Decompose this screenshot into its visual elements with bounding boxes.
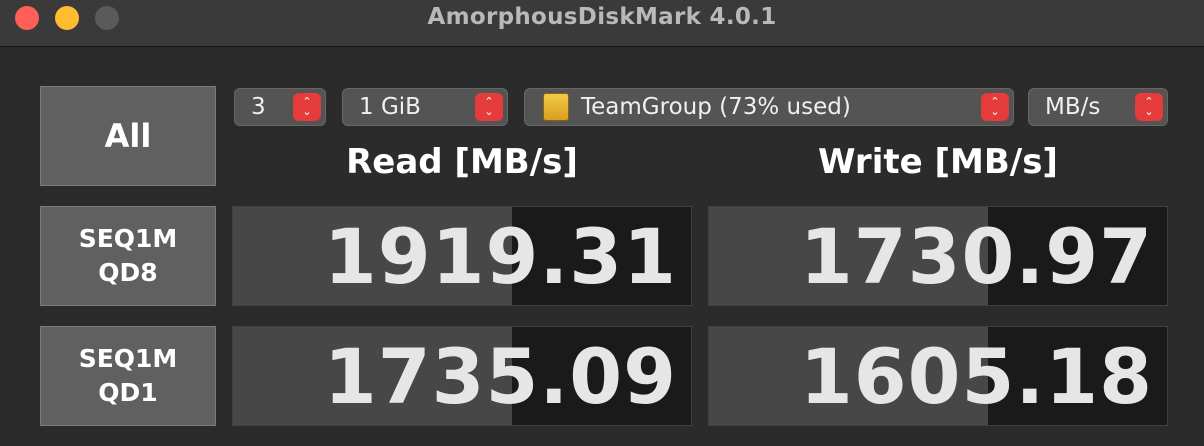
unit-select[interactable]: MB/s ⌃ ⌄ (1028, 88, 1168, 126)
result-value: 1919.31 (323, 212, 677, 301)
updown-arrows-icon: ⌃ ⌄ (1135, 93, 1163, 121)
drive-icon (543, 93, 569, 121)
result-value: 1605.18 (799, 332, 1153, 421)
read-column-header: Read [MB/s] (346, 142, 578, 182)
test-count-select[interactable]: 3 ⌃ ⌄ (234, 88, 326, 126)
updown-arrows-icon: ⌃ ⌄ (981, 93, 1009, 121)
write-column-header: Write [MB/s] (818, 142, 1058, 182)
test-count-value: 3 (251, 94, 266, 120)
drive-select[interactable]: TeamGroup (73% used) ⌃ ⌄ (524, 88, 1014, 126)
test-label-line2: QD1 (98, 378, 158, 407)
test-label-line2: QD8 (98, 258, 158, 287)
test-size-value: 1 GiB (359, 94, 421, 120)
updown-arrows-icon: ⌃ ⌄ (475, 93, 503, 121)
title-bar: AmorphousDiskMark 4.0.1 (0, 0, 1204, 47)
test-label-line1: SEQ1M (78, 344, 178, 373)
test-button-seq1m-qd1[interactable]: SEQ1M QD1 (40, 326, 216, 426)
app-window: AmorphousDiskMark 4.0.1 All 3 ⌃ ⌄ 1 GiB ⌃… (0, 0, 1204, 446)
result-value: 1735.09 (323, 332, 677, 421)
result-value: 1730.97 (799, 212, 1153, 301)
unit-value: MB/s (1045, 94, 1101, 120)
test-button-seq1m-qd8[interactable]: SEQ1M QD8 (40, 206, 216, 306)
window-title: AmorphousDiskMark 4.0.1 (427, 4, 777, 30)
result-write-seq1m-qd8: 1730.97 (708, 206, 1168, 306)
drive-value: TeamGroup (73% used) (581, 94, 851, 120)
test-size-select[interactable]: 1 GiB ⌃ ⌄ (342, 88, 508, 126)
test-label-line1: SEQ1M (78, 224, 178, 253)
result-read-seq1m-qd8: 1919.31 (232, 206, 692, 306)
result-write-seq1m-qd1: 1605.18 (708, 326, 1168, 426)
result-read-seq1m-qd1: 1735.09 (232, 326, 692, 426)
updown-arrows-icon: ⌃ ⌄ (293, 93, 321, 121)
run-all-button[interactable]: All (40, 86, 216, 186)
